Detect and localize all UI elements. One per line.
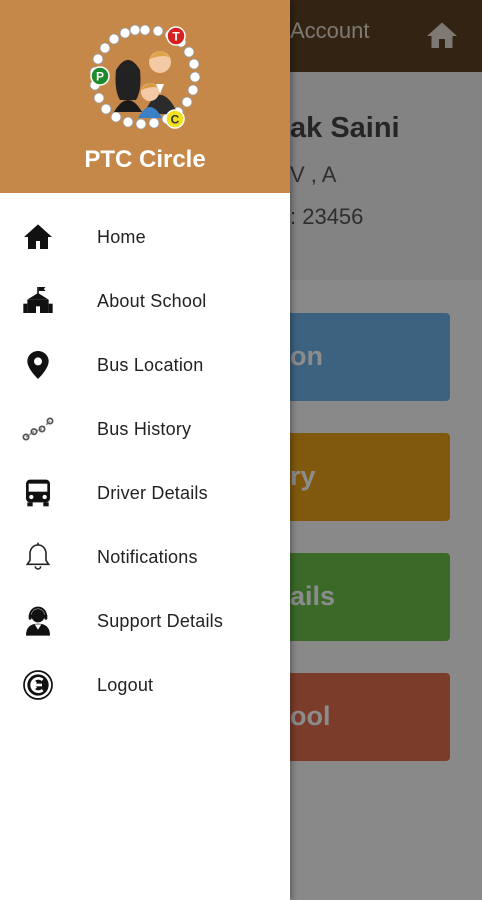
drawer-menu: Home About School Bus Location Bus Histo… bbox=[0, 205, 290, 717]
menu-item-home[interactable]: Home bbox=[0, 205, 290, 269]
menu-item-about-school[interactable]: About School bbox=[0, 269, 290, 333]
navigation-drawer: T P C PTC Circle Home About School Bus L… bbox=[0, 0, 290, 900]
menu-item-label: About School bbox=[97, 291, 207, 311]
menu-item-label: Driver Details bbox=[97, 483, 208, 503]
app-name: PTC Circle bbox=[84, 146, 206, 173]
home-icon bbox=[24, 224, 52, 249]
bell-icon bbox=[25, 542, 51, 570]
location-pin-icon bbox=[27, 351, 49, 379]
menu-item-label: Home bbox=[97, 227, 146, 247]
route-history-icon bbox=[22, 417, 54, 441]
menu-item-notifications[interactable]: Notifications bbox=[0, 525, 290, 589]
logout-icon bbox=[23, 670, 53, 700]
support-agent-icon bbox=[26, 606, 50, 636]
menu-item-bus-history[interactable]: Bus History bbox=[0, 397, 290, 461]
menu-item-logout[interactable]: Logout bbox=[0, 653, 290, 717]
drawer-header: T P C PTC Circle bbox=[0, 0, 290, 193]
school-icon bbox=[23, 287, 53, 313]
logo-letter-t: T bbox=[172, 30, 180, 44]
ptc-logo: T P C bbox=[89, 24, 201, 130]
menu-item-label: Bus History bbox=[97, 419, 192, 439]
logo-letter-c: C bbox=[171, 113, 180, 127]
menu-item-label: Bus Location bbox=[97, 355, 204, 375]
menu-item-support-details[interactable]: Support Details bbox=[0, 589, 290, 653]
menu-item-driver-details[interactable]: Driver Details bbox=[0, 461, 290, 525]
menu-item-label: Notifications bbox=[97, 547, 198, 567]
menu-item-label: Logout bbox=[97, 675, 154, 695]
menu-item-label: Support Details bbox=[97, 611, 224, 631]
bus-icon bbox=[26, 479, 50, 507]
menu-item-bus-location[interactable]: Bus Location bbox=[0, 333, 290, 397]
logo-letter-p: P bbox=[96, 70, 104, 84]
